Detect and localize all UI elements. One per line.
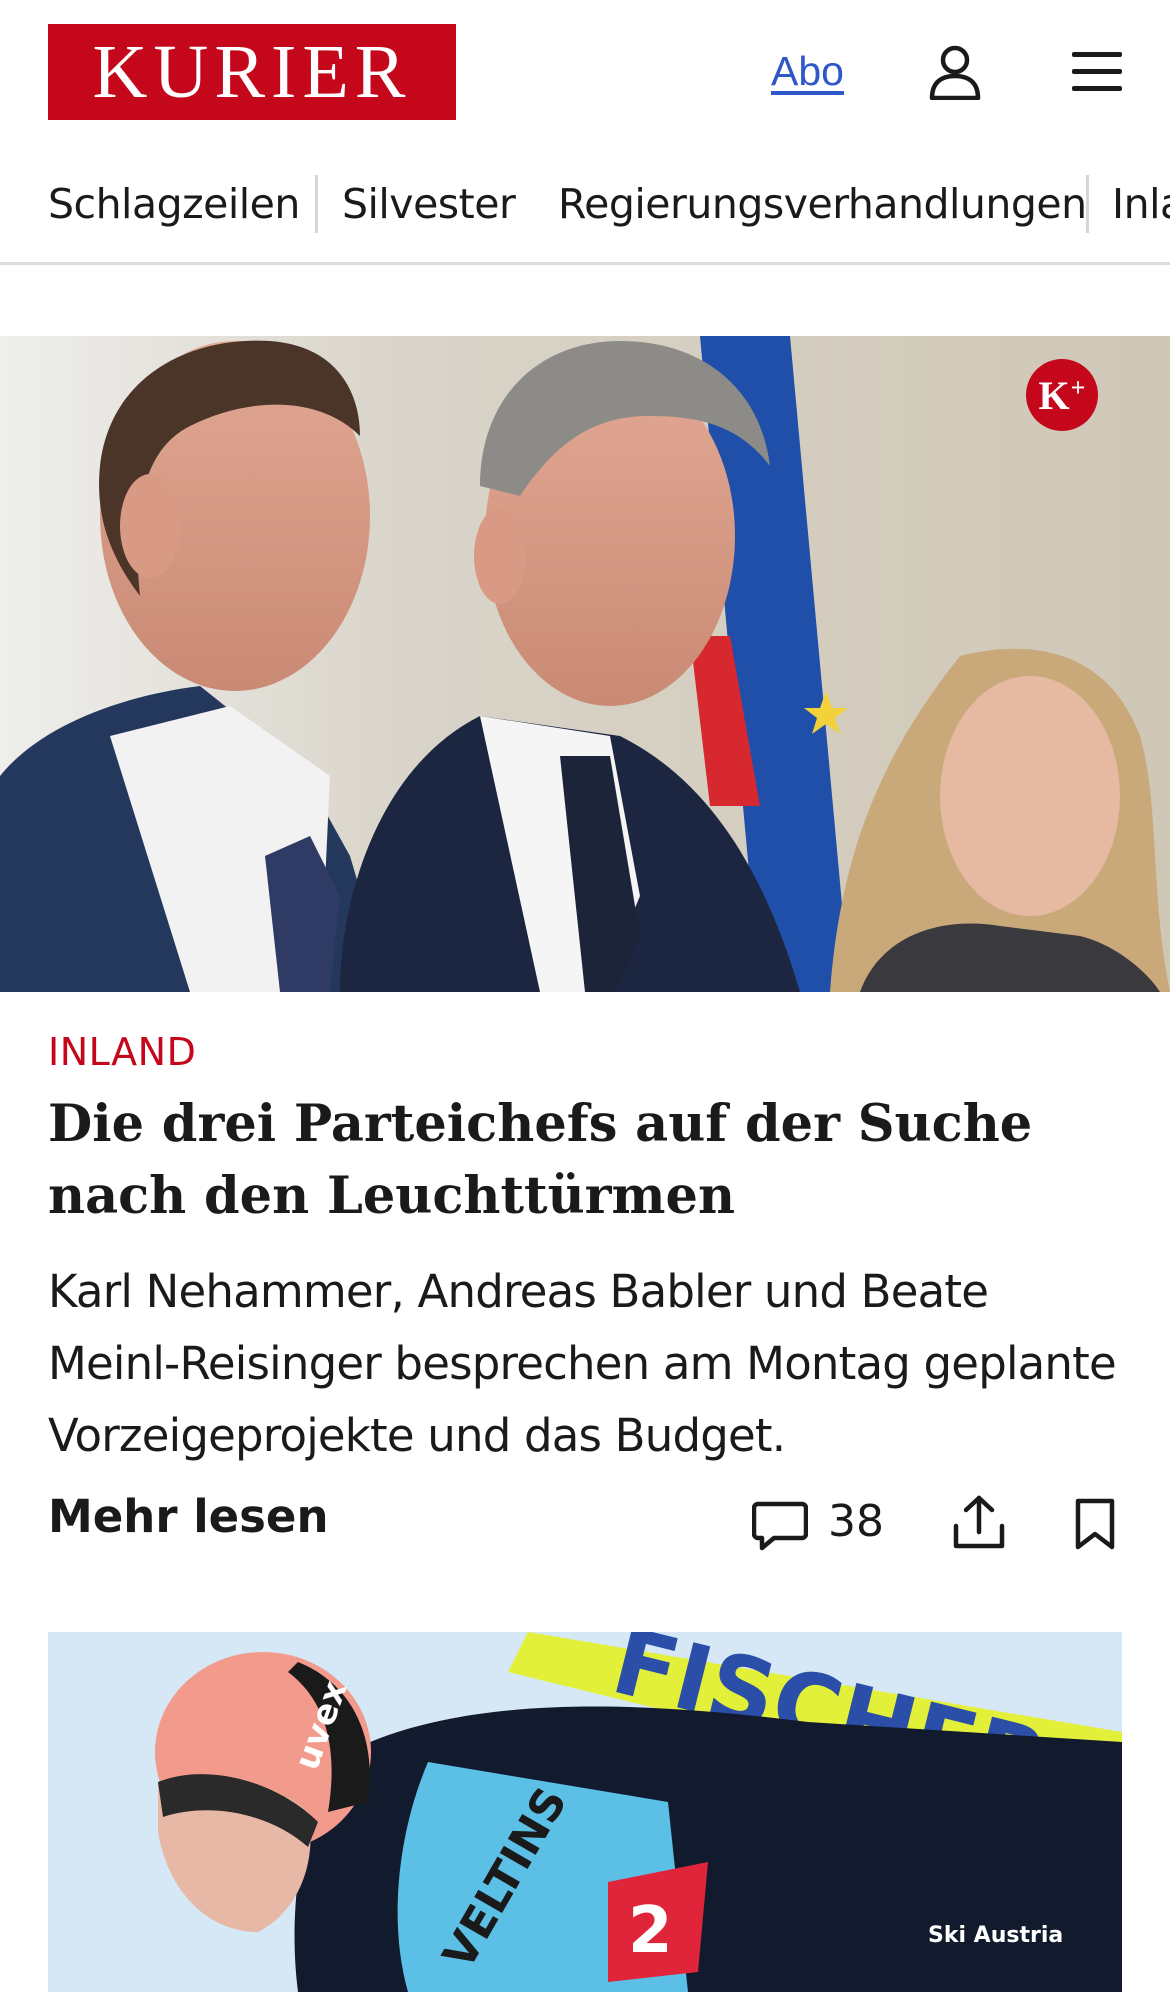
nav-divider	[315, 175, 318, 233]
svg-text:Ski Austria: Ski Austria	[928, 1923, 1063, 1948]
nav-item-regierungsverhandlungen[interactable]: Regierungsverhandlungen	[558, 180, 1087, 228]
menu-icon[interactable]	[1070, 48, 1124, 96]
svg-text:2: 2	[628, 1894, 673, 1968]
hero-photo	[0, 336, 1170, 992]
comment-icon[interactable]	[752, 1500, 808, 1552]
share-icon[interactable]	[952, 1494, 1006, 1550]
nav-item-silvester[interactable]: Silvester	[342, 180, 516, 228]
article-teaser: Karl Nehammer, Andreas Babler und Beate …	[48, 1265, 1117, 1462]
nav-divider	[1086, 175, 1089, 233]
user-icon[interactable]	[928, 44, 982, 100]
ski-jumper-photo: FISCHER 2 VELTINS Ski Austria uvex	[48, 1632, 1122, 1992]
nav-item-inland[interactable]: Inland	[1112, 180, 1170, 228]
article-headline[interactable]: Die drei Parteichefs auf der Suche nach …	[48, 1088, 1128, 1232]
category-nav: Schlagzeilen Silvester Regierungsverhand…	[0, 170, 1170, 265]
k-plus-badge: K +	[1026, 359, 1098, 431]
article-category[interactable]: INLAND	[48, 1030, 196, 1074]
bookmark-icon[interactable]	[1074, 1498, 1116, 1550]
kurier-logo[interactable]: KURIER	[48, 24, 456, 120]
read-more-link[interactable]: Mehr lesen	[48, 1490, 328, 1543]
nav-item-schlagzeilen[interactable]: Schlagzeilen	[48, 180, 300, 228]
second-article-image[interactable]: FISCHER 2 VELTINS Ski Austria uvex	[48, 1632, 1122, 1992]
site-header: KURIER Abo	[0, 0, 1170, 140]
hero-image[interactable]	[0, 336, 1170, 992]
comment-count[interactable]: 38	[828, 1496, 884, 1547]
abo-link[interactable]: Abo	[771, 48, 844, 95]
